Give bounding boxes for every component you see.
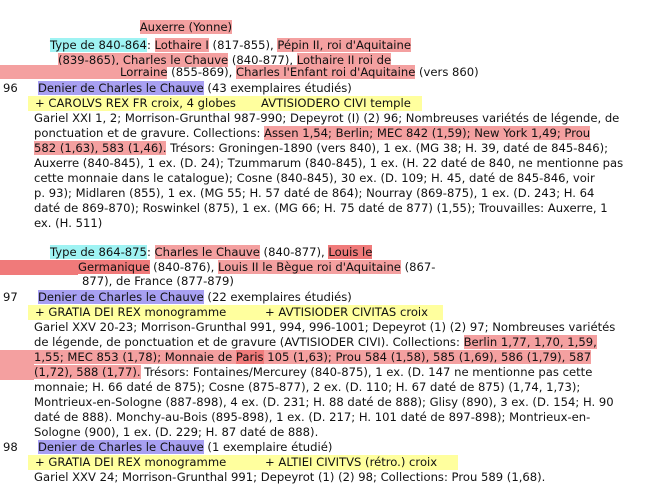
legend-reverse: + AVTISIODER CIVITAS croix [265, 305, 429, 319]
collections-highlight: 105 (1,63); Prou 584 (1,58), 585 (1,69),… [263, 350, 592, 364]
ruler-name: Pépin II, roi d'Aquitaine [277, 38, 412, 52]
reference-line: Gariel XXI 1, 2; Morrison-Grunthal 987-9… [34, 111, 620, 125]
ruler-dates: (855-869), [167, 65, 237, 79]
ruler-name: Charles l'Enfant roi d'Aquitaine [236, 65, 416, 79]
ruler-dates: (817-855), [208, 38, 278, 52]
reference-line: daté de 869-870); Roswinkel (875), 1 ex.… [34, 201, 608, 215]
coin-ruler: Charles le Chauve [98, 81, 204, 95]
reference-line: cette monnaie dans le catalogue); Cosne … [34, 171, 595, 185]
reference-line: ponctuation et de gravure. Collections: … [34, 126, 591, 140]
reference-line: de légende, de ponctuation et de gravure… [34, 335, 597, 349]
coin-count: (43 exemplaires étudiés) [203, 81, 352, 95]
reference-line: 582 (1,63), 583 (1,46). Trésors: Groning… [34, 141, 609, 155]
ruler-name: Lothaire I [154, 38, 209, 52]
reference-line: daté de 888). Monchy-au-Bois (895-898), … [34, 410, 591, 424]
coin-count: (22 exemplaires étudiés) [203, 290, 352, 304]
collections-highlight: 1,55; MEC 853 (1,78); Monnaie de [34, 350, 236, 364]
document-page: Auxerre (Yonne) Type de 840-864: Lothair… [0, 0, 672, 497]
ruler-line: Germanique (840-876), Louis II le Bègue … [78, 260, 435, 275]
ruler-name: Germanique [78, 260, 150, 274]
ruler-dates: (867- [400, 260, 436, 274]
type-heading-line: Type de 840-864: Lothaire I (817-855), P… [50, 38, 412, 52]
collections-highlight: 582 (1,63), 583 (1,46). [34, 141, 167, 155]
reference-line: Gariel XXV 20-23; Morrison-Grunthal 991,… [34, 320, 616, 334]
type-label: Type de 864-875 [50, 245, 147, 259]
coin-ruler: Charles le Chauve [98, 290, 204, 304]
legend-obverse: + GRATIA DEI REX monogramme [35, 455, 227, 469]
legend-obverse: + CAROLVS REX FR croix, 4 globes [35, 96, 236, 110]
reference-line: ex. (H. 511) [34, 216, 103, 230]
ruler-name: Charles le Chauve [154, 245, 260, 259]
coin-type: Denier de [38, 290, 99, 304]
place-heading: Auxerre (Yonne) [139, 20, 233, 34]
reference-line: Gariel XXV 24; Morrison-Grunthal 991; De… [34, 470, 546, 484]
highlight-band [0, 65, 120, 79]
ruler-line: 877), de France (877-879) [82, 274, 234, 288]
ruler-name: Louis II le Bègue roi d'Aquitaine [218, 260, 401, 274]
coin-type: Denier de [38, 81, 99, 95]
ruler-dates: (840-877), [259, 245, 329, 259]
type-label: Type de 840-864 [50, 38, 147, 52]
legend-reverse: + ALTIEI CIVITVS (rétro.) croix [265, 455, 438, 469]
ruler-line: Lorraine (855-869), Charles l'Enfant roi… [120, 65, 479, 80]
ruler-dates: (840-876), [149, 260, 219, 274]
reference-line: 1,55; MEC 853 (1,78); Monnaie de Paris 1… [34, 350, 592, 365]
coin-count: (1 exemplaire étudié) [203, 440, 333, 454]
collections-highlight: Assen 1,54; Berlin; MEC 842 (1,59); New … [264, 126, 591, 140]
reference-line: monnaie; H. 66 daté de 875); Cosne (875-… [34, 380, 581, 394]
entry-number: 96 [3, 81, 18, 95]
ruler-name: Lorraine [120, 65, 168, 79]
coin-ruler: Charles le Chauve [98, 440, 204, 454]
collections-highlight: (1,72), 588 (1,77). [34, 365, 141, 379]
legend-reverse: AVTISIODERO CIVI temple [261, 96, 411, 110]
entry-number: 97 [3, 290, 18, 304]
coin-type: Denier de [38, 440, 99, 454]
legend-obverse: + GRATIA DEI REX monogramme [35, 305, 227, 319]
coin-heading: Denier de Charles le Chauve (1 exemplair… [38, 440, 332, 455]
highlight-band [0, 350, 34, 380]
reference-line: Montrieux-en-Sologne (887-898), 4 ex. (D… [34, 395, 614, 409]
reference-line: (1,72), 588 (1,77). Trésors: Fontaines/M… [34, 365, 593, 379]
reference-line: p. 93); Midlaren (855), 1 ex. (MG 55; H.… [34, 186, 595, 200]
reference-line: Auxerre (840-845), 1 ex. (D. 24); Tzumma… [34, 156, 624, 170]
highlight-band [0, 260, 78, 275]
coin-heading: Denier de Charles le Chauve (43 exemplai… [38, 81, 352, 96]
ruler-name: Louis le [328, 245, 373, 259]
coin-heading: Denier de Charles le Chauve (22 exemplai… [38, 290, 352, 305]
city-highlight: Paris [235, 350, 264, 364]
collections-highlight: Berlin 1,77, 1,70, 1,59, [463, 335, 597, 349]
type-heading-line: Type de 864-875: Charles le Chauve (840-… [50, 245, 373, 259]
reference-line: Sologne (900), 1 ex. (D. 229; H. 87 daté… [34, 425, 319, 439]
entry-number: 98 [3, 440, 18, 454]
document-title: Auxerre (Yonne) [125, 5, 233, 34]
ruler-dates: (vers 860) [415, 65, 479, 79]
